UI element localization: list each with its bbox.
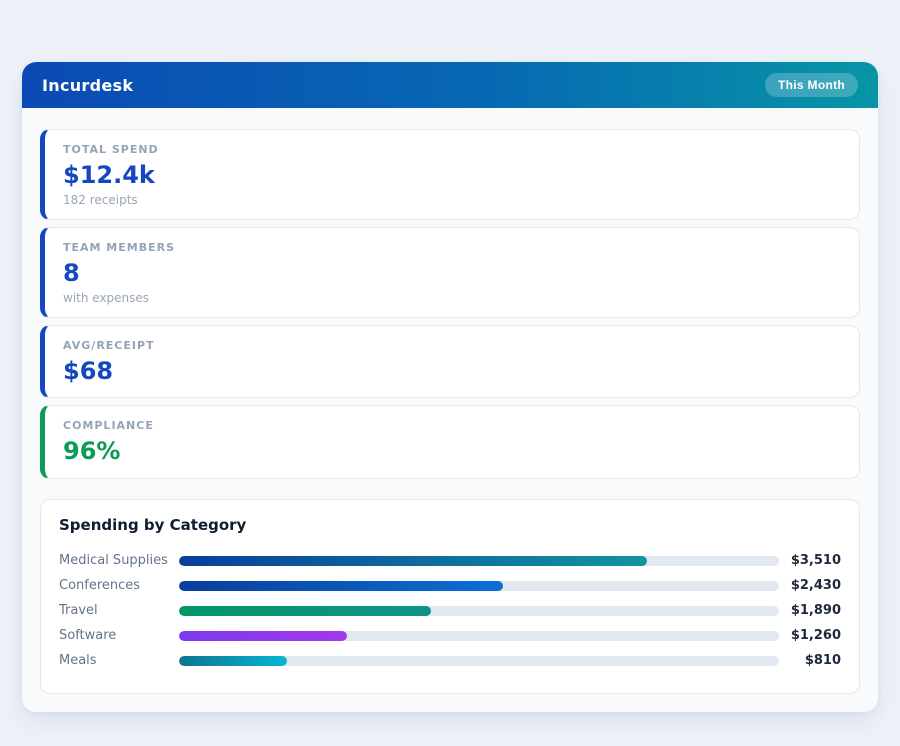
category-label: Meals: [59, 653, 179, 668]
category-bar-chart: Medical Supplies $3,510 Conferences $2,430 T…: [59, 548, 841, 673]
category-value: $2,430: [779, 578, 841, 593]
category-bar-track: [179, 656, 779, 666]
category-bar-track: [179, 631, 779, 641]
dashboard-content: TOTAL SPEND $12.4k 182 receipts TEAM MEM…: [22, 108, 878, 712]
category-bar-fill: [179, 606, 431, 616]
category-row: Conferences $2,430: [59, 573, 841, 598]
category-label: Medical Supplies: [59, 553, 179, 568]
stat-value: 8: [63, 259, 841, 288]
period-badge[interactable]: This Month: [765, 73, 858, 97]
app-title: Incurdesk: [42, 76, 133, 95]
category-label: Software: [59, 628, 179, 643]
category-value: $1,890: [779, 603, 841, 618]
category-row: Travel $1,890: [59, 598, 841, 623]
stat-value: $12.4k: [63, 161, 841, 190]
stat-label: AVG/RECEIPT: [63, 339, 841, 352]
spending-by-category-card: Spending by Category Medical Supplies $3,…: [40, 499, 860, 694]
stat-subtext: 182 receipts: [63, 193, 841, 207]
category-bar-track: [179, 581, 779, 591]
category-bar-track: [179, 556, 779, 566]
stat-value: $68: [63, 357, 841, 386]
category-row: Meals $810: [59, 648, 841, 673]
category-row: Software $1,260: [59, 623, 841, 648]
stat-label: TEAM MEMBERS: [63, 241, 841, 254]
stat-subtext: with expenses: [63, 291, 841, 305]
category-bar-track: [179, 606, 779, 616]
stat-card-team-members: TEAM MEMBERS 8 with expenses: [40, 227, 860, 318]
category-bar-fill: [179, 581, 503, 591]
category-bar-fill: [179, 556, 647, 566]
stat-label: TOTAL SPEND: [63, 143, 841, 156]
category-row: Medical Supplies $3,510: [59, 548, 841, 573]
app-header: Incurdesk This Month: [22, 62, 878, 108]
stat-value: 96%: [63, 437, 841, 466]
stat-label: COMPLIANCE: [63, 419, 841, 432]
stat-card-compliance: COMPLIANCE 96%: [40, 405, 860, 479]
spending-chart-title: Spending by Category: [59, 516, 841, 534]
category-value: $1,260: [779, 628, 841, 643]
stat-card-total-spend: TOTAL SPEND $12.4k 182 receipts: [40, 129, 860, 220]
stat-card-avg-receipt: AVG/RECEIPT $68: [40, 325, 860, 399]
category-label: Travel: [59, 603, 179, 618]
category-value: $810: [779, 653, 841, 668]
category-bar-fill: [179, 631, 347, 641]
category-value: $3,510: [779, 553, 841, 568]
category-label: Conferences: [59, 578, 179, 593]
dashboard-panel: Incurdesk This Month TOTAL SPEND $12.4k …: [22, 62, 878, 712]
category-bar-fill: [179, 656, 287, 666]
